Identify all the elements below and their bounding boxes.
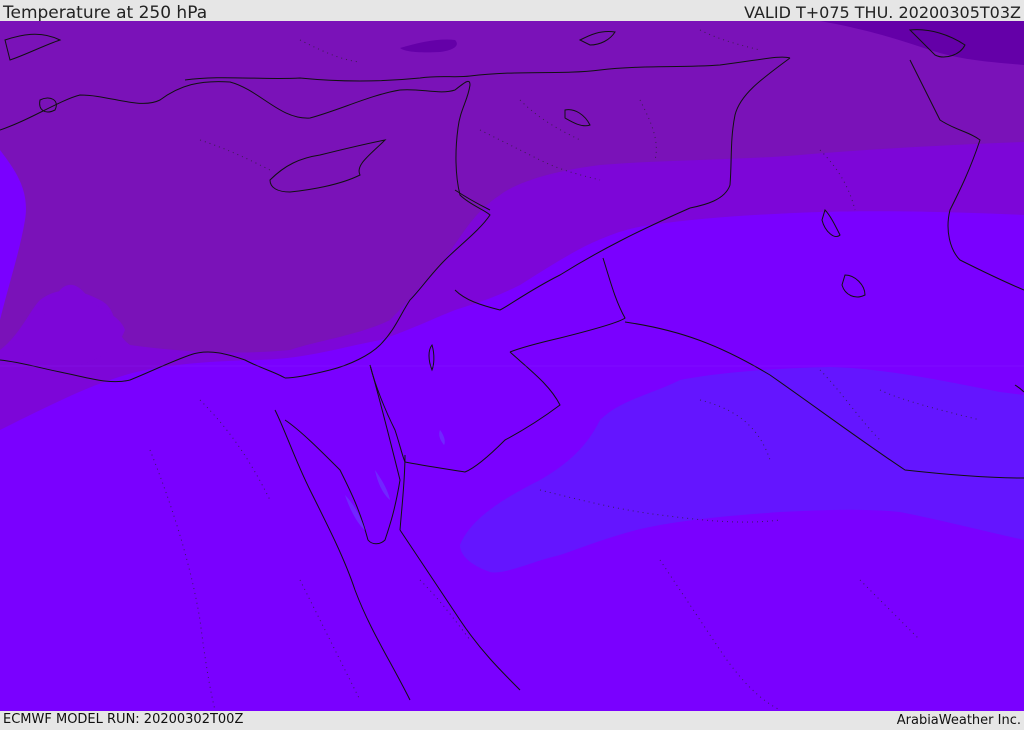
map-canvas <box>0 21 1024 711</box>
valid-time: VALID T+075 THU. 20200305T03Z <box>744 3 1021 22</box>
header-bar: Temperature at 250 hPa VALID T+075 THU. … <box>0 0 1024 23</box>
map-title: Temperature at 250 hPa <box>3 3 208 23</box>
model-run-label: ECMWF MODEL RUN: 20200302T00Z <box>3 712 244 727</box>
weather-map[interactable] <box>0 21 1024 711</box>
footer-bar: ECMWF MODEL RUN: 20200302T00Z ArabiaWeat… <box>0 711 1024 729</box>
credit-label: ArabiaWeather Inc. <box>896 713 1021 728</box>
